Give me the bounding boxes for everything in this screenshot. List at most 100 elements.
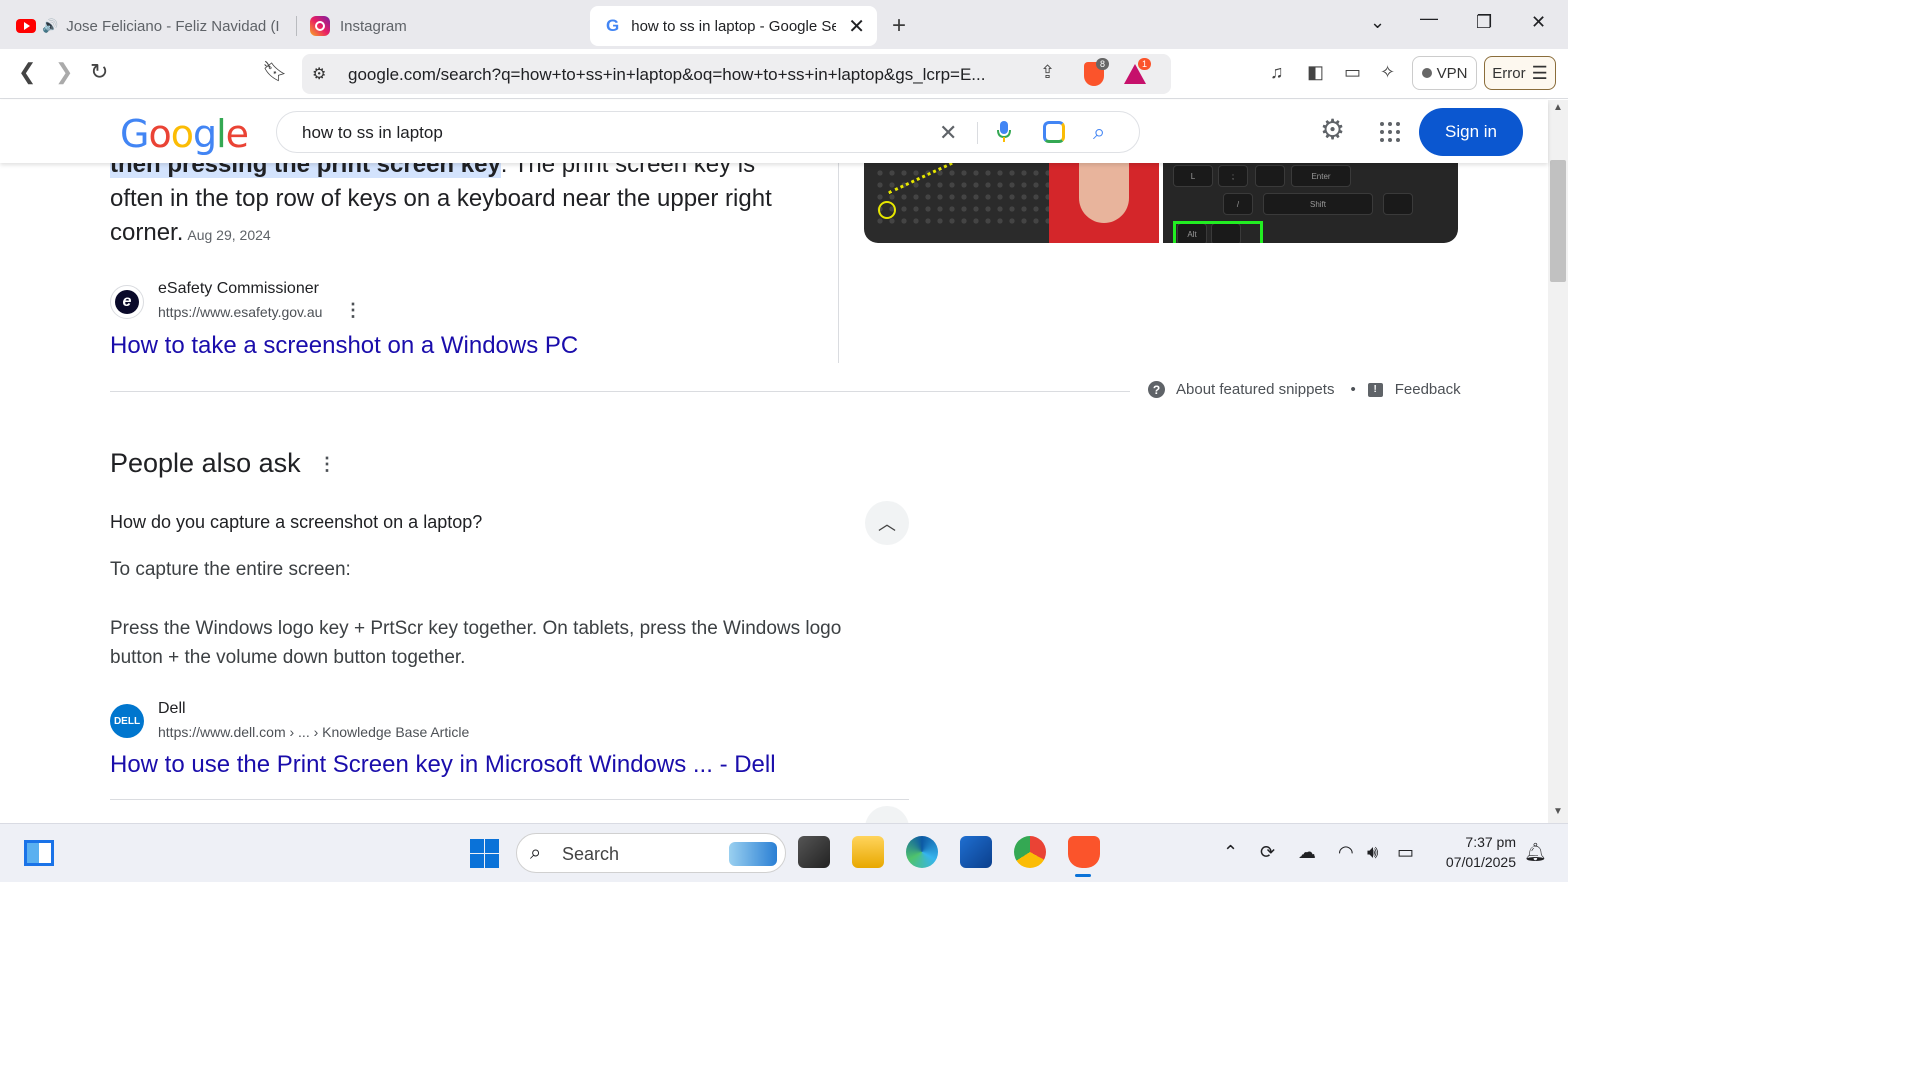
featured-snippet-text: then pressing the print screen key. The … [110, 148, 810, 252]
tab-title: how to ss in laptop - Google Se [631, 17, 837, 35]
vpn-button[interactable]: VPN [1412, 56, 1477, 90]
paa-question[interactable]: How do you capture a screenshot on a lap… [110, 512, 482, 533]
key [1383, 193, 1413, 215]
error-menu-button[interactable]: Error ☰ [1484, 56, 1556, 90]
next-question-chevron[interactable] [865, 806, 909, 823]
minimize-button[interactable]: — [1420, 8, 1438, 29]
scroll-up-arrow-icon[interactable]: ▲ [1553, 102, 1563, 113]
logo-letter: l [216, 112, 227, 156]
help-icon: ? [1148, 381, 1165, 398]
forward-button[interactable]: ❯ [55, 59, 73, 85]
taskbar-search-placeholder: Search [562, 844, 620, 864]
system-clock[interactable]: 7:37 pm 07/01/2025 [1430, 832, 1516, 872]
page-scrollbar[interactable]: ▲ ▼ [1548, 100, 1568, 823]
paa-answer-intro: To capture the entire screen: [110, 559, 351, 580]
scroll-thumb[interactable] [1550, 160, 1566, 282]
divider [110, 391, 1130, 392]
sync-icon[interactable]: ⟳ [1260, 842, 1275, 863]
restore-button[interactable]: ❐ [1476, 12, 1492, 33]
google-apps-icon[interactable] [1380, 122, 1400, 142]
wifi-icon[interactable]: ◠ [1338, 842, 1354, 863]
snippet-footer: ? About featured snippets • ! Feedback [1148, 381, 1461, 398]
search-query[interactable]: how to ss in laptop [302, 123, 443, 143]
site-settings-icon[interactable]: ⚙ [312, 64, 326, 84]
divider [838, 163, 839, 363]
google-lens-icon[interactable] [1043, 121, 1065, 143]
clear-icon[interactable]: ✕ [939, 120, 957, 146]
dell-favicon[interactable]: DELL [110, 704, 144, 738]
tab-strip: 🔊 Jose Feliciano - Feliz Navidad (I Inst… [0, 0, 1568, 49]
show-hidden-icons-chevron-icon[interactable]: ⌃ [1223, 842, 1238, 863]
wallet-icon[interactable]: ▭ [1344, 62, 1361, 83]
chrome-icon[interactable] [1014, 836, 1046, 868]
search-input[interactable]: how to ss in laptop ✕ ⌕ [276, 111, 1140, 153]
brave-icon[interactable] [1068, 836, 1100, 868]
result-title-link[interactable]: How to take a screenshot on a Windows PC [110, 332, 578, 360]
shield-count-badge: 8 [1096, 58, 1110, 70]
feedback-link[interactable]: Feedback [1395, 381, 1461, 398]
snippet-image-keyboard-closeup[interactable]: L ; Enter / Shift Alt [1163, 163, 1458, 243]
search-highlight-icon [729, 842, 777, 866]
about-featured-snippets-link[interactable]: About featured snippets [1176, 381, 1334, 398]
error-label: Error [1492, 64, 1526, 82]
snippet-date: Aug 29, 2024 [187, 227, 271, 243]
url-text[interactable]: google.com/search?q=how+to+ss+in+laptop&… [348, 65, 1028, 85]
tab-search-chevron-icon[interactable]: ⌄ [1370, 12, 1385, 33]
close-window-button[interactable]: ✕ [1531, 12, 1546, 33]
volume-icon[interactable]: 🔊︎ [1367, 842, 1378, 863]
edge-icon[interactable] [906, 836, 938, 868]
reload-button[interactable]: ↻ [90, 59, 108, 85]
logo-letter: g [192, 112, 217, 156]
paa-source-name[interactable]: Dell [158, 700, 186, 718]
task-view-icon[interactable] [798, 836, 830, 868]
collapse-chevron-up-icon[interactable]: ︿ [865, 501, 909, 545]
sidebar-icon[interactable]: ◧ [1307, 62, 1324, 83]
new-tab-button[interactable]: + [892, 12, 906, 40]
address-bar[interactable]: ⚙ google.com/search?q=how+to+ss+in+lapto… [302, 54, 1171, 94]
instagram-icon [310, 16, 330, 36]
file-explorer-icon[interactable] [852, 836, 884, 868]
bullet-separator: • [1350, 381, 1356, 398]
battery-icon[interactable]: ▭ [1397, 842, 1414, 863]
highlight-box [1173, 221, 1263, 243]
audio-playing-icon[interactable]: 🔊 [42, 18, 58, 34]
key: ; [1218, 165, 1248, 187]
share-icon[interactable]: ⇪ [1040, 62, 1055, 83]
leo-ai-icon[interactable]: ✧ [1380, 62, 1395, 83]
search-icon[interactable]: ⌕ [1093, 119, 1105, 145]
key: Enter [1291, 165, 1351, 187]
key: Shift [1263, 193, 1373, 215]
menu-icon: ☰ [1531, 62, 1548, 83]
search-icon: ⌕ [530, 842, 542, 864]
notifications-icon[interactable]: 🔔︎ [1524, 842, 1547, 863]
tab-google-search[interactable]: G how to ss in laptop - Google Se ✕ [590, 6, 877, 46]
snippet-image-keyboard-hand[interactable] [864, 163, 1159, 243]
source-name: eSafety Commissioner [158, 280, 319, 297]
taskbar-search[interactable]: ⌕ Search [516, 833, 786, 873]
scroll-down-arrow-icon[interactable]: ▼ [1553, 806, 1563, 817]
paa-source-url[interactable]: https://www.dell.com › ... › Knowledge B… [158, 724, 469, 740]
sign-in-button[interactable]: Sign in [1419, 108, 1523, 156]
logo-letter: o [170, 112, 194, 156]
paa-result-title-link[interactable]: How to use the Print Screen key in Micro… [110, 751, 776, 779]
google-header: Google how to ss in laptop ✕ ⌕ ⚙ Sign in [0, 100, 1548, 163]
close-tab-icon[interactable]: ✕ [848, 14, 865, 39]
microsoft-store-icon[interactable] [960, 836, 992, 868]
tab-instagram[interactable]: Instagram [310, 6, 580, 46]
paa-options-icon[interactable]: ⋮ [318, 454, 336, 475]
more-options-icon[interactable]: ⋮ [344, 300, 362, 321]
media-icon[interactable]: ♫ [1270, 62, 1284, 83]
tab-youtube[interactable]: 🔊 Jose Feliciano - Feliz Navidad (I [16, 6, 286, 46]
settings-gear-icon[interactable]: ⚙ [1320, 116, 1345, 144]
google-logo[interactable]: Google [120, 112, 249, 156]
active-app-indicator [1075, 874, 1091, 877]
bookmark-icon[interactable]: 🔖︎ [262, 59, 287, 84]
start-button[interactable] [470, 839, 499, 868]
microphone-icon[interactable] [997, 121, 1011, 143]
widgets-icon[interactable] [24, 840, 54, 866]
youtube-icon [16, 19, 36, 33]
onedrive-icon[interactable]: ☁ [1298, 842, 1316, 863]
logo-letter: G [120, 112, 149, 156]
vpn-status-icon [1421, 68, 1432, 78]
back-button[interactable]: ❮ [18, 59, 36, 85]
